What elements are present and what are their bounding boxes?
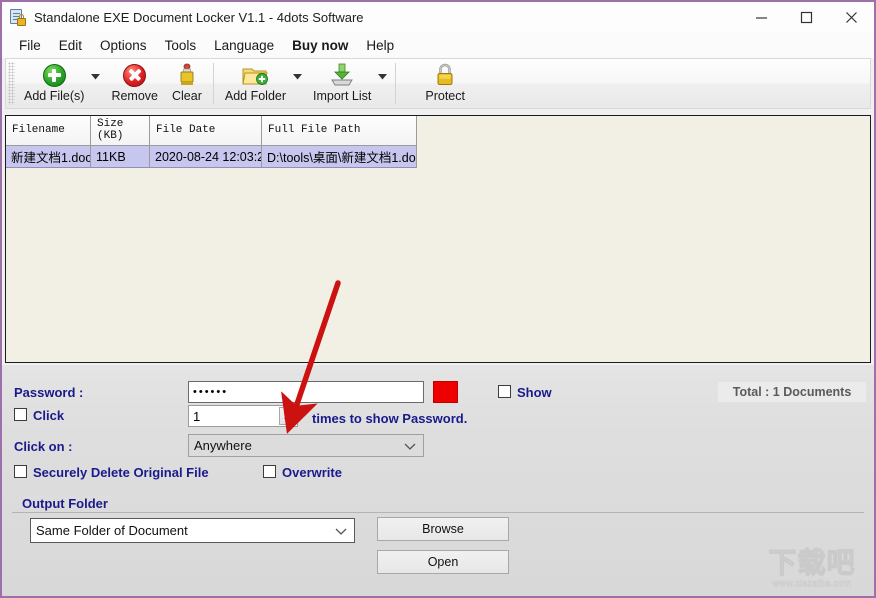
toolbar-separator-2 [395, 63, 397, 104]
securely-delete-label[interactable]: Securely Delete Original File [33, 465, 209, 480]
chevron-down-icon [404, 438, 416, 453]
chevron-down-icon [335, 523, 347, 538]
column-header-size-line2: (KB) [97, 129, 124, 142]
add-folder-label: Add Folder [224, 89, 287, 103]
file-list-header: Filename Size (KB) File Date Full File P… [6, 116, 870, 146]
show-label[interactable]: Show [517, 385, 552, 400]
clear-button[interactable]: Clear [165, 59, 209, 108]
title-bar: Standalone EXE Document Locker V1.1 - 4d… [2, 2, 874, 32]
toolbar-separator-1 [212, 63, 214, 104]
total-documents-status: Total : 1 Documents [718, 382, 866, 402]
cell-file-date: 2020-08-24 12:03:21 [150, 146, 262, 168]
maximize-icon[interactable] [784, 2, 829, 32]
column-header-size[interactable]: Size (KB) [91, 116, 150, 146]
open-button[interactable]: Open [377, 550, 509, 574]
password-value: •••••• [193, 386, 229, 398]
securely-delete-checkbox[interactable] [14, 465, 27, 478]
add-folder-button[interactable]: Add Folder [218, 59, 293, 108]
remove-button[interactable]: Remove [104, 59, 165, 108]
overwrite-checkbox[interactable] [263, 465, 276, 478]
brush-icon [177, 62, 197, 88]
minimize-icon[interactable] [739, 2, 784, 32]
add-files-dropdown-icon[interactable] [91, 59, 104, 108]
browse-button[interactable]: Browse [377, 517, 509, 541]
click-on-label: Click on : [14, 439, 73, 454]
protect-button[interactable]: Protect [418, 59, 472, 108]
menu-item-file[interactable]: File [10, 35, 50, 56]
window-controls [739, 2, 874, 32]
menu-item-edit[interactable]: Edit [50, 35, 91, 56]
spinner-arrows-icon[interactable] [279, 407, 296, 425]
password-label: Password : [14, 385, 84, 400]
close-icon[interactable] [829, 2, 874, 32]
column-header-file-date[interactable]: File Date [150, 116, 262, 146]
cell-filename: 新建文档1.doc [6, 146, 91, 168]
output-folder-group-label: Output Folder [18, 496, 112, 511]
password-color-swatch[interactable] [433, 381, 458, 403]
file-list-view[interactable]: Filename Size (KB) File Date Full File P… [5, 115, 871, 363]
click-label[interactable]: Click [33, 408, 64, 423]
overwrite-label[interactable]: Overwrite [282, 465, 342, 480]
watermark-text: 下载吧 [768, 546, 856, 578]
output-folder-value: Same Folder of Document [36, 523, 188, 538]
column-header-filename[interactable]: Filename [6, 116, 91, 146]
remove-label: Remove [111, 89, 158, 103]
import-download-icon [330, 62, 354, 88]
folder-add-icon [242, 62, 269, 88]
click-times-spinner[interactable]: 1 [188, 405, 298, 427]
column-header-size-line1: Size [97, 117, 124, 130]
import-list-dropdown-icon[interactable] [378, 59, 391, 108]
menu-item-language[interactable]: Language [205, 35, 283, 56]
toolbar: Add File(s) Remove Clear Add Folder Impo… [5, 58, 871, 109]
password-input[interactable]: •••••• [188, 381, 424, 403]
menu-item-options[interactable]: Options [91, 35, 156, 56]
protect-label: Protect [425, 89, 465, 103]
window-title: Standalone EXE Document Locker V1.1 - 4d… [34, 9, 364, 25]
column-header-full-file-path[interactable]: Full File Path [262, 116, 417, 146]
options-panel: Password : •••••• Show Total : 1 Documen… [2, 365, 874, 596]
site-watermark: 下载吧 www.xiazaiba.com [756, 544, 868, 592]
menu-item-help[interactable]: Help [357, 35, 403, 56]
padlock-icon [435, 62, 455, 88]
add-files-button[interactable]: Add File(s) [17, 59, 91, 108]
import-list-label: Import List [313, 89, 372, 103]
menu-bar: File Edit Options Tools Language Buy now… [2, 32, 874, 58]
menu-item-tools[interactable]: Tools [156, 35, 206, 56]
toolbar-drag-handle[interactable] [8, 62, 15, 105]
show-checkbox[interactable] [498, 385, 511, 398]
add-folder-dropdown-icon[interactable] [293, 59, 306, 108]
output-folder-divider [12, 512, 864, 513]
click-times-value: 1 [193, 408, 201, 424]
application-window: Standalone EXE Document Locker V1.1 - 4d… [0, 0, 876, 598]
click-checkbox[interactable] [14, 408, 27, 421]
cell-full-file-path: D:\tools\桌面\新建文档1.doc [262, 146, 417, 168]
remove-circle-red-icon [123, 62, 147, 88]
watermark-url: www.xiazaiba.com [772, 577, 852, 588]
add-files-label: Add File(s) [24, 89, 85, 103]
document-lock-icon [10, 8, 26, 26]
add-circle-green-icon [42, 62, 66, 88]
output-folder-combobox[interactable]: Same Folder of Document [30, 518, 355, 543]
click-on-combobox[interactable]: Anywhere [188, 434, 424, 457]
import-list-button[interactable]: Import List [306, 59, 378, 108]
click-on-value: Anywhere [194, 438, 252, 453]
click-times-suffix-label: times to show Password. [312, 411, 468, 426]
cell-size: 11KB [91, 146, 150, 168]
clear-label: Clear [171, 89, 202, 103]
table-row[interactable]: 新建文档1.doc 11KB 2020-08-24 12:03:21 D:\to… [6, 146, 870, 168]
menu-item-buy-now[interactable]: Buy now [283, 35, 357, 56]
